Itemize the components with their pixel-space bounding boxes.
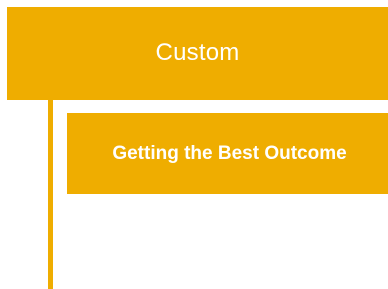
child-node-label: Getting the Best Outcome (112, 143, 347, 164)
parent-node-label: Custom (155, 38, 240, 66)
child-node: Getting the Best Outcome (67, 113, 388, 194)
hierarchy-diagram: Custom Getting the Best Outcome (0, 0, 388, 289)
connector-line (48, 100, 53, 289)
parent-node: Custom (7, 7, 388, 100)
